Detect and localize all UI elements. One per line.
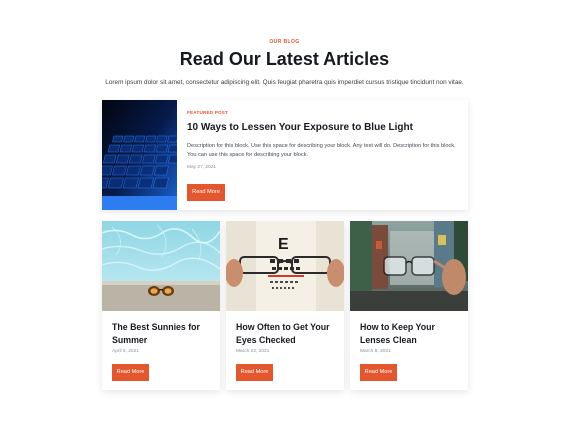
eye-chart-glasses-photo-icon: E: [226, 221, 344, 311]
blog-post-card[interactable]: E How Often to Get Your Eyes Checked Mar…: [226, 221, 344, 390]
blog-eyebrow: OUR BLOG: [269, 39, 300, 45]
featured-post-tag: FEATURED POST: [187, 110, 229, 115]
post-title[interactable]: How to Keep Your Lenses Clean: [360, 321, 462, 346]
post-date: March 22, 2021: [236, 349, 270, 354]
blog-post-card[interactable]: The Best Sunnies for Summer April 5, 202…: [102, 221, 220, 390]
read-more-button[interactable]: Read More: [112, 364, 149, 381]
blog-intro: Lorem ipsum dolor sit amet, consectetur …: [105, 79, 464, 86]
pool-sunglasses-photo-icon: [102, 221, 220, 311]
post-date: March 8, 2021: [360, 349, 391, 354]
post-title[interactable]: The Best Sunnies for Summer: [112, 321, 214, 346]
read-more-button[interactable]: Read More: [236, 364, 273, 381]
read-more-button[interactable]: Read More: [360, 364, 397, 381]
featured-post-date: May 27, 2021: [187, 165, 217, 170]
featured-post-title[interactable]: 10 Ways to Lessen Your Exposure to Blue …: [187, 122, 459, 133]
featured-post-description: Description for this block. Use this spa…: [187, 143, 456, 158]
street-glasses-photo-icon: [350, 221, 468, 311]
featured-read-more-button[interactable]: Read More: [187, 184, 225, 201]
blog-post-card[interactable]: How to Keep Your Lenses Clean March 8, 2…: [350, 221, 468, 390]
post-date: April 5, 2021: [112, 349, 139, 354]
featured-post-card[interactable]: FEATURED POST 10 Ways to Lessen Your Exp…: [102, 100, 468, 210]
keyboard-photo-icon: [102, 100, 177, 210]
svg-text:E: E: [278, 236, 289, 253]
post-title[interactable]: How Often to Get Your Eyes Checked: [236, 321, 338, 346]
page-title: Read Our Latest Articles: [179, 49, 390, 69]
